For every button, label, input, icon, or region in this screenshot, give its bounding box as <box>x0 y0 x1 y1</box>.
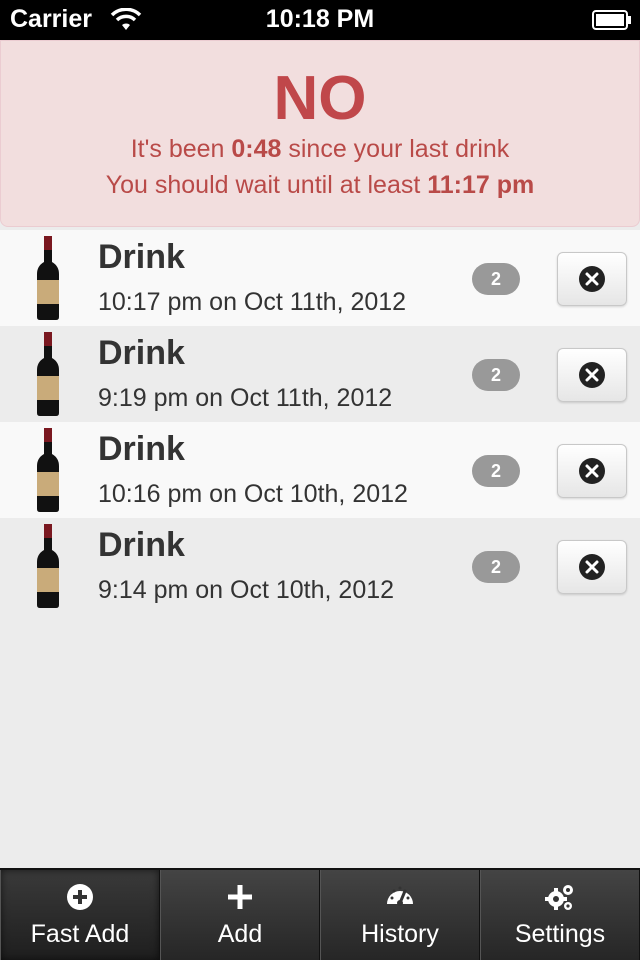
drink-count-badge: 2 <box>472 359 520 391</box>
wine-bottle-icon <box>37 428 59 512</box>
plus-icon <box>228 885 252 909</box>
drink-timestamp: 10:16 pm on Oct 10th, 2012 <box>98 480 408 508</box>
tab-label: History <box>361 920 439 948</box>
status-time: 10:18 PM <box>265 5 375 33</box>
tab-add[interactable]: Add <box>160 870 320 960</box>
tab-history[interactable]: History <box>320 870 480 960</box>
delete-drink-button[interactable] <box>557 540 627 594</box>
wine-bottle-icon <box>37 524 59 608</box>
drink-count-badge: 2 <box>472 263 520 295</box>
drink-title: Drink <box>98 430 185 468</box>
status-bar: Carrier 10:18 PM <box>0 0 640 40</box>
tab-settings[interactable]: Settings <box>480 870 640 960</box>
delete-drink-button[interactable] <box>557 252 627 306</box>
drink-title: Drink <box>98 238 185 276</box>
drink-title: Drink <box>98 526 185 564</box>
gauge-icon <box>387 886 413 906</box>
close-icon <box>579 554 605 580</box>
tab-label: Fast Add <box>30 920 130 948</box>
drink-title: Drink <box>98 334 185 372</box>
drink-count-badge: 2 <box>472 455 520 487</box>
list-item[interactable]: Drink 10:16 pm on Oct 10th, 2012 2 <box>0 422 640 518</box>
drink-timestamp: 10:17 pm on Oct 11th, 2012 <box>98 288 407 316</box>
tab-label: Settings <box>514 920 606 948</box>
wait-until-time: 11:17 pm <box>427 171 535 199</box>
delete-drink-button[interactable] <box>557 444 627 498</box>
list-item[interactable]: Drink 10:17 pm on Oct 11th, 2012 2 <box>0 230 640 326</box>
drink-count-badge: 2 <box>472 551 520 583</box>
drink-timestamp: 9:14 pm on Oct 10th, 2012 <box>98 576 395 604</box>
wine-bottle-icon <box>37 332 59 416</box>
time-since-last-drink: It's been 0:48 since your last drink <box>1 131 639 167</box>
drink-timestamp: 9:19 pm on Oct 11th, 2012 <box>98 384 393 412</box>
list-item[interactable]: Drink 9:14 pm on Oct 10th, 2012 2 <box>0 518 640 614</box>
alert-title: NO <box>273 64 367 133</box>
drink-list: Drink 10:17 pm on Oct 11th, 2012 2 Drink… <box>0 230 640 614</box>
plus-circle-icon <box>67 884 93 910</box>
close-icon <box>579 266 605 292</box>
battery-icon <box>592 10 631 30</box>
delete-drink-button[interactable] <box>557 348 627 402</box>
elapsed-time: 0:48 <box>231 135 282 163</box>
line2-prefix: You should wait until at least <box>105 171 428 199</box>
wine-bottle-icon <box>37 236 59 320</box>
line1-prefix: It's been <box>130 135 232 163</box>
list-item[interactable]: Drink 9:19 pm on Oct 11th, 2012 2 <box>0 326 640 422</box>
drink-status-alert: NO It's been 0:48 since your last drink … <box>0 40 640 227</box>
tab-bar: Fast Add Add History Settings <box>0 868 640 960</box>
gears-icon <box>545 885 573 910</box>
close-icon <box>579 362 605 388</box>
wait-until-text: You should wait until at least 11:17 pm <box>1 167 639 203</box>
tab-label: Add <box>217 920 263 948</box>
close-icon <box>579 458 605 484</box>
line1-suffix: since your last drink <box>281 135 510 163</box>
tab-fast-add[interactable]: Fast Add <box>0 870 160 960</box>
